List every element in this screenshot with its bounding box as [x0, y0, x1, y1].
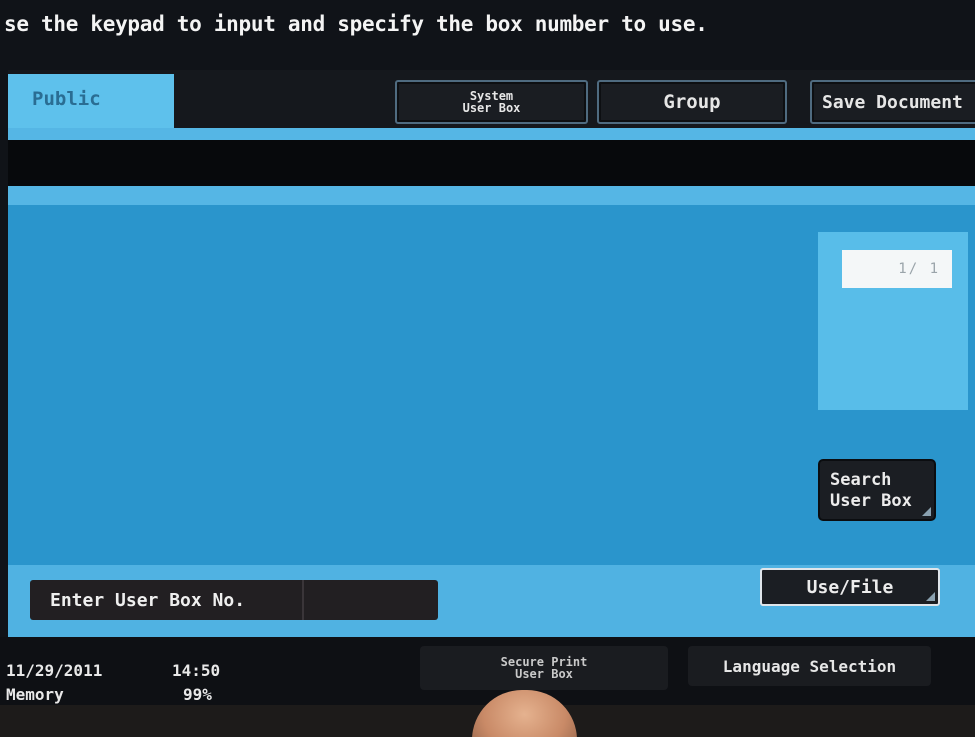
- secure-print-label-line2: User Box: [515, 667, 573, 681]
- corner-arrow-icon: [926, 592, 935, 601]
- memory-value: 99%: [183, 685, 212, 704]
- system-user-box-label-line2: User Box: [462, 101, 521, 115]
- copier-screen: se the keypad to input and specify the b…: [0, 0, 975, 737]
- use-file-button[interactable]: Use/File: [760, 568, 940, 606]
- status-time: 14:50: [172, 661, 221, 680]
- status-date: 11/29/2011: [6, 661, 103, 680]
- user-box-number-label: Enter User Box No.: [50, 589, 246, 611]
- search-user-box-label-line1: Search: [830, 470, 892, 490]
- user-box-number-input[interactable]: Enter User Box No.: [30, 580, 438, 620]
- search-user-box-label-line2: User Box: [830, 491, 912, 511]
- page-counter: 1/ 1: [842, 250, 952, 288]
- use-file-label: Use/File: [806, 576, 894, 598]
- search-user-box-button[interactable]: Search User Box: [818, 459, 936, 521]
- corner-arrow-icon: [922, 507, 931, 516]
- group-button[interactable]: Group: [597, 80, 787, 124]
- instruction-text: se the keypad to input and specify the b…: [4, 12, 708, 36]
- box-header-strip: [8, 140, 975, 186]
- memory-label: Memory: [6, 685, 64, 704]
- input-divider: [302, 580, 304, 620]
- language-selection-button[interactable]: Language Selection: [688, 646, 931, 686]
- save-document-button[interactable]: Save Document: [810, 80, 975, 124]
- system-user-box-button[interactable]: System User Box: [395, 80, 588, 124]
- secure-print-user-box-button[interactable]: Secure Print User Box: [420, 646, 668, 690]
- tab-public[interactable]: Public: [8, 74, 174, 132]
